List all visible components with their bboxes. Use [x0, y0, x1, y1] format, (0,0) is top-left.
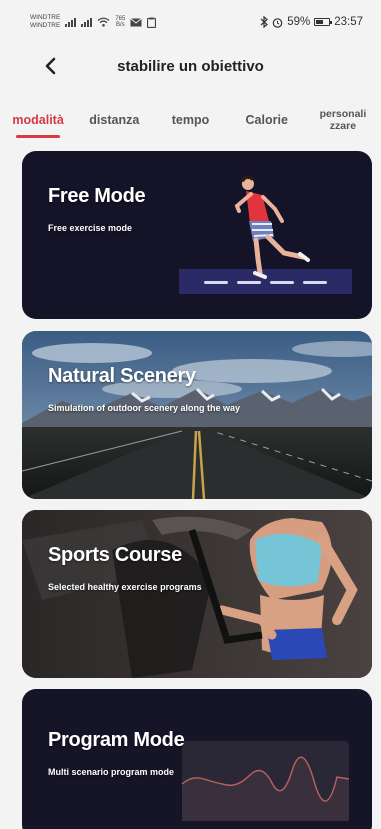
natural-scenery-subtitle: Simulation of outdoor scenery along the … — [48, 403, 241, 413]
tab-distanza[interactable]: distanza — [76, 96, 152, 144]
tab-modalita[interactable]: modalità — [0, 96, 76, 144]
tab-personalizzare[interactable]: personalizzare — [305, 96, 381, 144]
program-mode-title: Program Mode — [48, 729, 185, 751]
net-speed-unit: B/s — [116, 22, 125, 28]
program-graph-illustration — [181, 741, 350, 821]
bluetooth-icon — [260, 16, 269, 28]
free-mode-card[interactable]: Free Mode Free exercise mode — [22, 151, 372, 319]
free-mode-title: Free Mode — [48, 185, 146, 207]
alarm-icon — [272, 17, 283, 28]
sports-course-title: Sports Course — [48, 544, 182, 566]
program-mode-subtitle: Multi scenario program mode — [48, 767, 175, 777]
natural-scenery-title: Natural Scenery — [48, 365, 196, 387]
natural-scenery-card[interactable]: Natural Scenery Simulation of outdoor sc… — [22, 331, 372, 499]
app-header: stabilire un obiettivo — [0, 44, 381, 88]
free-mode-subtitle: Free exercise mode — [48, 223, 133, 233]
status-bar: WINDTRE WINDTRE 765 B/s 59% 23:57 — [0, 0, 381, 44]
carrier-labels: WINDTRE WINDTRE — [30, 14, 60, 30]
road-scenery-image — [22, 331, 372, 499]
tab-tempo[interactable]: tempo — [152, 96, 228, 144]
gym-photo-image — [22, 510, 372, 678]
wifi-icon — [97, 17, 110, 27]
tab-calorie[interactable]: Calorie — [229, 96, 305, 144]
battery-percent: 59% — [287, 16, 311, 28]
mail-icon — [130, 17, 143, 26]
tab-personalizzare-label: personalizzare — [319, 108, 367, 132]
clipboard-icon — [147, 17, 157, 28]
runner-illustration — [179, 174, 352, 294]
status-right: 59% 23:57 — [260, 16, 363, 28]
net-speed: 765 B/s — [115, 16, 125, 28]
signal-icon — [65, 17, 77, 27]
clock: 23:57 — [334, 16, 363, 28]
sports-course-subtitle: Selected healthy exercise programs — [48, 582, 202, 592]
battery-icon — [314, 18, 333, 26]
program-mode-card[interactable]: Program Mode Multi scenario program mode — [22, 689, 372, 829]
tab-bar: modalità distanza tempo Calorie personal… — [0, 96, 381, 144]
page-title: stabilire un obiettivo — [117, 57, 264, 75]
signal-2-icon — [81, 17, 93, 27]
back-button[interactable] — [36, 52, 64, 80]
carrier-2: WINDTRE — [30, 22, 61, 29]
chevron-left-icon — [45, 57, 56, 75]
carrier-1: WINDTRE — [30, 14, 61, 21]
sports-course-card[interactable]: Sports Course Selected healthy exercise … — [22, 510, 372, 678]
status-left: WINDTRE WINDTRE 765 B/s — [30, 14, 157, 30]
